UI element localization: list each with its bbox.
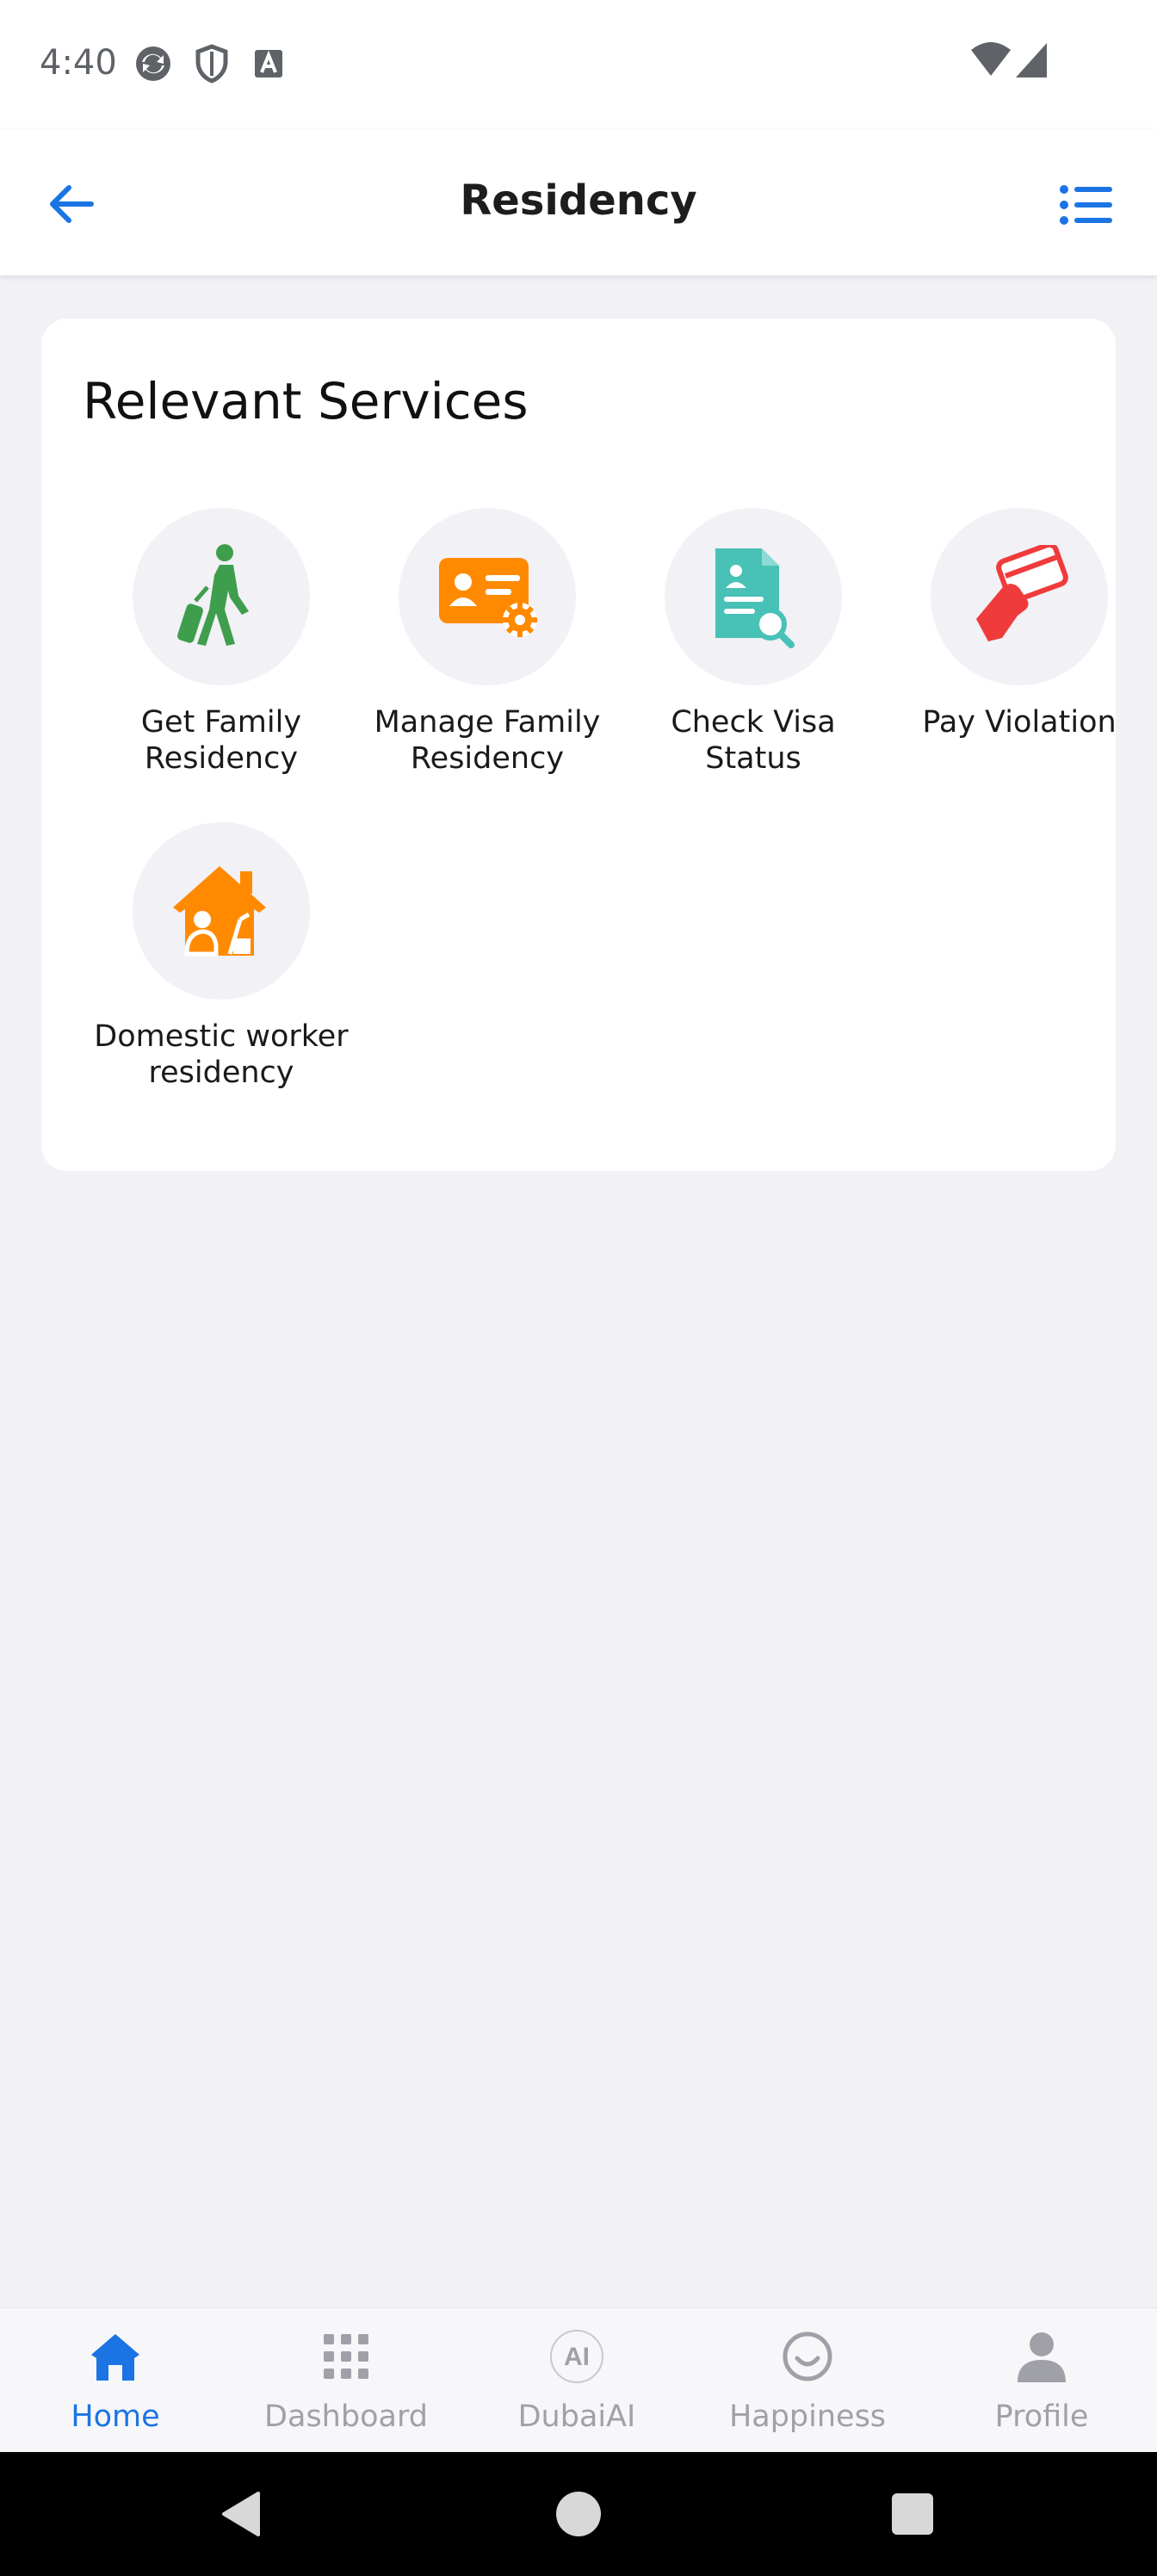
service-icon-circle [931,508,1108,685]
document-search-icon [715,548,795,648]
nav-dashboard[interactable]: Dashboard [231,2308,461,2453]
font-icon [255,50,282,77]
nav-label: DubaiAI [517,2400,636,2434]
home-icon [91,2334,139,2381]
recents-square-icon[interactable] [885,2486,940,2542]
nav-home[interactable]: Home [0,2308,231,2453]
card-title: Relevant Services [83,372,529,430]
service-icon-circle [399,508,576,685]
service-check-visa-status[interactable]: Check Visa Status [624,508,882,777]
service-domestic-worker-residency[interactable]: Domestic worker residency [92,822,350,1091]
app-header: Residency [0,129,1157,276]
service-label: Manage Family Residency [374,705,601,776]
nav-label: Happiness [728,2400,887,2434]
ai-icon: AI [550,2330,603,2383]
nav-dubaiai[interactable]: AI DubaiAI [461,2308,692,2453]
service-label: Domestic worker residency [94,1019,349,1090]
page-title: Residency [460,176,697,225]
id-card-gear-icon [439,558,537,637]
service-get-family-residency[interactable]: Get Family Residency [92,508,350,777]
list-menu-icon[interactable] [1057,176,1116,234]
bottom-navigation: Home Dashboard AI DubaiAI Happiness Prof… [0,2307,1157,2453]
service-pay-violation[interactable]: Pay Violation [890,508,1148,740]
smile-icon [783,2331,832,2381]
status-bar: 4:40 [0,0,1157,129]
relevant-services-card: Relevant Services Get Family Residency M… [41,319,1117,1171]
svg-text:AI: AI [564,2343,590,2371]
wifi-icon [971,42,1011,76]
nav-label: Dashboard [264,2400,428,2434]
nav-profile[interactable]: Profile [926,2308,1157,2453]
status-time: 4:40 [40,43,117,83]
service-icon-circle [133,508,310,685]
service-icon-circle [133,822,310,1000]
service-manage-family-residency[interactable]: Manage Family Residency [358,508,616,777]
service-label: Get Family Residency [140,705,302,776]
hand-card-icon [976,545,1068,641]
nav-happiness[interactable]: Happiness [692,2308,923,2453]
signal-icon [1016,43,1047,77]
walking-traveler-icon [176,544,249,646]
service-label: Pay Violation [922,705,1117,740]
system-navigation-bar [0,2452,1157,2576]
back-triangle-icon[interactable] [215,2486,270,2542]
shield-icon [195,44,228,84]
nav-label: Home [71,2400,160,2434]
nav-label: Profile [994,2400,1089,2434]
sync-icon [136,46,170,81]
home-circle-icon[interactable] [551,2486,606,2542]
person-icon [1018,2332,1066,2382]
service-icon-circle [665,508,842,685]
grid-icon [324,2334,368,2379]
service-label: Check Visa Status [671,705,836,776]
house-worker-icon [173,866,266,957]
